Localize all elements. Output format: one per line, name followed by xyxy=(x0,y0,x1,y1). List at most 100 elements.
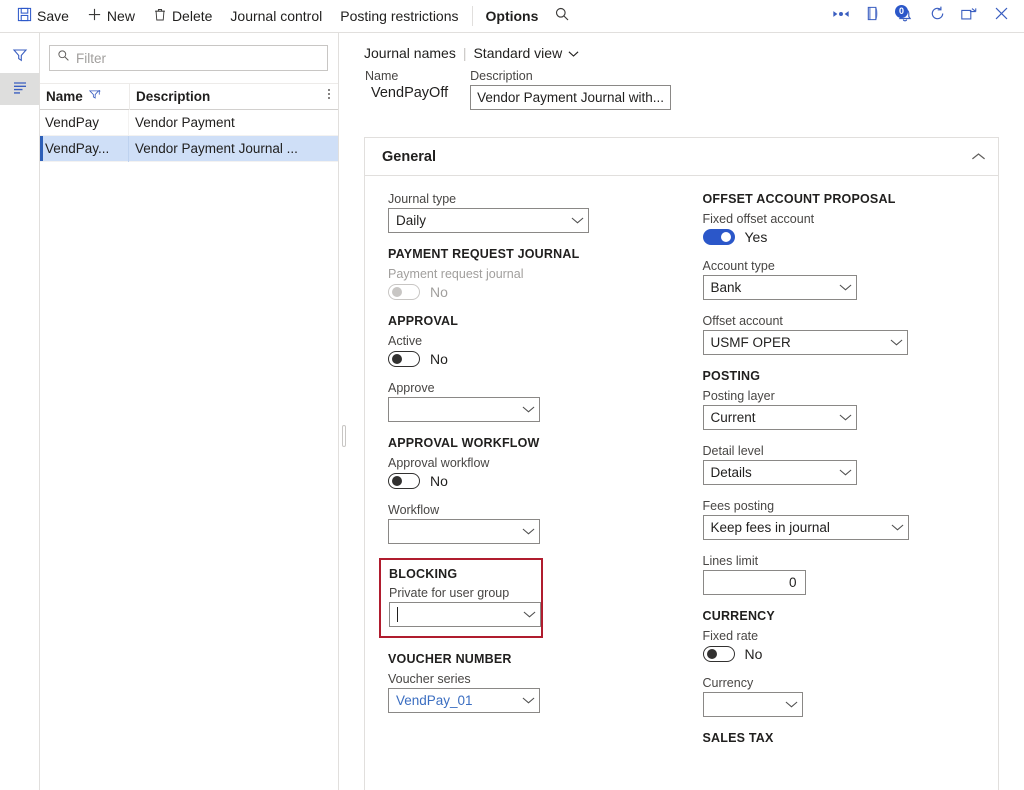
toggle-switch[interactable] xyxy=(702,646,735,662)
detail-level-label: Detail level xyxy=(702,444,764,458)
approval-workflow-group-title: APPROVAL WORKFLOW xyxy=(388,436,540,450)
plus-icon xyxy=(87,7,102,25)
offset-account-proposal-group-title: OFFSET ACCOUNT PROPOSAL xyxy=(702,192,896,206)
approval-workflow-label: Approval workflow xyxy=(388,456,490,470)
approval-workflow-toggle[interactable]: No xyxy=(388,473,682,489)
search-input[interactable]: Filter xyxy=(49,45,328,71)
posting-restrictions-label: Posting restrictions xyxy=(340,8,459,24)
rail-filter-button[interactable] xyxy=(0,41,39,73)
journal-type-label: Journal type xyxy=(388,192,457,206)
notifications-button[interactable]: 0 xyxy=(890,1,920,31)
notifications-icon: 0 xyxy=(894,5,916,27)
detail-level-select[interactable]: Details xyxy=(702,460,857,485)
lines-limit-label: Lines limit xyxy=(702,554,759,568)
filter-placeholder: Filter xyxy=(76,50,106,66)
text-cursor xyxy=(397,607,398,623)
journal-type-value: Daily xyxy=(396,213,427,228)
approve-select[interactable] xyxy=(388,397,540,422)
posting-layer-select[interactable]: Current xyxy=(702,405,857,430)
offset-account-select[interactable]: USMF OPER xyxy=(702,330,908,355)
fees-posting-value: Keep fees in journal xyxy=(710,520,830,535)
search-icon xyxy=(57,49,70,67)
panel-splitter[interactable] xyxy=(339,33,349,790)
notes-icon xyxy=(865,5,882,27)
fixed-rate-state: No xyxy=(744,646,763,662)
general-section-header[interactable]: General xyxy=(365,138,998,176)
toggle-knob xyxy=(720,232,731,242)
general-section-card: General Journal type Daily PAYMENT REQUE… xyxy=(364,137,999,790)
more-vertical-icon xyxy=(327,87,331,106)
toggle-switch[interactable] xyxy=(702,229,735,245)
private-for-user-group-label: Private for user group xyxy=(389,586,510,600)
fixed-rate-toggle[interactable]: No xyxy=(702,646,999,662)
chevron-down-icon xyxy=(522,696,535,705)
table-row[interactable]: VendPay... Vendor Payment Journal ... xyxy=(40,135,338,162)
rail-list-button[interactable] xyxy=(0,73,39,105)
table-row[interactable]: VendPay Vendor Payment xyxy=(40,109,338,136)
command-bar-divider xyxy=(471,6,473,26)
active-field: Active No xyxy=(388,334,682,367)
list-lines-icon xyxy=(12,80,28,99)
notes-button[interactable] xyxy=(858,1,888,31)
header-name-value[interactable]: VendPayOff xyxy=(365,85,448,101)
header-description-input[interactable]: Vendor Payment Journal with... xyxy=(470,85,672,110)
row-name: VendPay... xyxy=(45,141,110,156)
chevron-up-icon[interactable] xyxy=(971,148,986,166)
journal-type-select[interactable]: Daily xyxy=(388,208,589,233)
fixed-offset-account-label: Fixed offset account xyxy=(702,212,815,226)
toggle-switch[interactable] xyxy=(388,351,420,367)
posting-restrictions-tab[interactable]: Posting restrictions xyxy=(331,0,467,32)
new-button[interactable]: New xyxy=(78,0,144,32)
workflow-select[interactable] xyxy=(388,519,540,544)
detail-level-value: Details xyxy=(710,465,752,480)
notification-count-badge: 0 xyxy=(895,5,908,18)
account-type-field: Account type Bank xyxy=(702,259,999,300)
popout-button[interactable] xyxy=(954,1,984,31)
private-for-user-group-select[interactable] xyxy=(389,602,541,627)
active-toggle[interactable]: No xyxy=(388,351,682,367)
options-tab[interactable]: Options xyxy=(477,0,548,32)
delete-button[interactable]: Delete xyxy=(144,0,221,32)
column-header-name[interactable]: Name xyxy=(41,89,129,104)
lines-limit-input[interactable]: 0 xyxy=(702,570,806,595)
private-for-user-group-field: Private for user group xyxy=(389,586,541,627)
account-type-select[interactable]: Bank xyxy=(702,275,857,300)
journal-detail-pane: Journal names | Standard view Name VendP… xyxy=(349,33,1024,790)
currency-select[interactable] xyxy=(702,692,803,717)
search-icon xyxy=(554,6,570,27)
toggle-switch[interactable] xyxy=(388,473,420,489)
offset-account-value: USMF OPER xyxy=(710,335,791,350)
chevron-down-icon xyxy=(523,610,536,619)
journal-names-list-panel: Filter Name Description VendPay Vendor P… xyxy=(40,33,339,790)
fees-posting-select[interactable]: Keep fees in journal xyxy=(702,515,909,540)
column-header-name-label: Name xyxy=(46,89,83,104)
splitter-grip-handle[interactable] xyxy=(342,425,346,447)
payment-request-journal-label: Payment request journal xyxy=(388,267,524,281)
voucher-series-select[interactable]: VendPay_01 xyxy=(388,688,540,713)
breadcrumb-journal-names[interactable]: Journal names xyxy=(364,45,456,61)
row-name: VendPay xyxy=(45,115,100,130)
refresh-button[interactable] xyxy=(922,1,952,31)
journal-control-tab[interactable]: Journal control xyxy=(221,0,331,32)
fixed-offset-account-field: Fixed offset account Yes xyxy=(702,212,999,245)
account-type-label: Account type xyxy=(702,259,775,273)
share-icon xyxy=(832,7,850,25)
view-selector[interactable]: Standard view xyxy=(473,45,579,61)
general-section-title: General xyxy=(382,148,436,165)
new-button-label: New xyxy=(106,8,135,24)
command-bar: Save New Delete Journal control Posting … xyxy=(0,0,1024,33)
column-header-description[interactable]: Description xyxy=(129,83,320,110)
grid-options-button[interactable] xyxy=(320,87,338,106)
toggle-knob xyxy=(392,476,402,486)
search-button[interactable] xyxy=(547,1,577,31)
share-button[interactable] xyxy=(826,1,856,31)
active-label: Active xyxy=(388,334,423,348)
save-button[interactable]: Save xyxy=(8,0,78,32)
refresh-icon xyxy=(929,5,946,27)
fixed-offset-account-toggle[interactable]: Yes xyxy=(702,229,999,245)
left-rail xyxy=(0,33,40,790)
close-button[interactable] xyxy=(986,1,1016,31)
voucher-number-group-title: VOUCHER NUMBER xyxy=(388,652,512,666)
chevron-down-icon xyxy=(522,527,535,536)
fixed-rate-label: Fixed rate xyxy=(702,629,759,643)
